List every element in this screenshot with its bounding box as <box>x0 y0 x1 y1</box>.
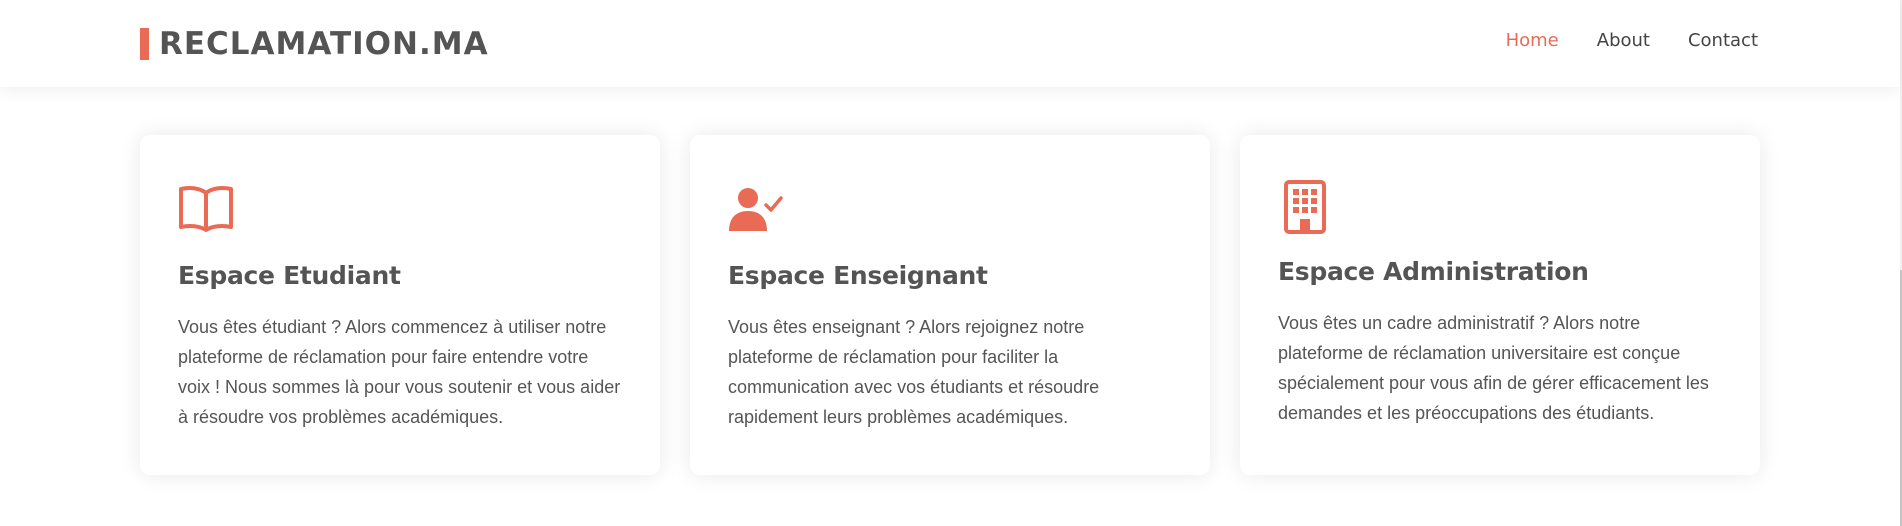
nav-home-link[interactable]: Home <box>1506 30 1559 51</box>
card-description: Vous êtes un cadre administratif ? Alors… <box>1278 313 1709 423</box>
main-nav: Home About Contact <box>1506 30 1758 51</box>
nav-contact-link[interactable]: Contact <box>1688 30 1758 51</box>
card-description: Vous êtes étudiant ? Alors commencez à u… <box>178 317 621 427</box>
card-title: Espace Administration <box>1278 257 1589 286</box>
card-title: Espace Etudiant <box>178 261 401 290</box>
logo[interactable]: RECLAMATION.MA <box>140 24 489 64</box>
building-icon <box>1278 179 1722 234</box>
card-description: Vous êtes enseignant ? Alors rejoignez n… <box>728 317 1100 427</box>
nav-about-link[interactable]: About <box>1597 30 1650 51</box>
logo-accent-bar <box>140 28 149 60</box>
logo-text: RECLAMATION.MA <box>159 26 489 62</box>
person-check-icon <box>728 183 1172 233</box>
card-administration: Espace Administration Vous êtes un cadre… <box>1240 135 1760 475</box>
spaces-section: Espace Etudiant Vous êtes étudiant ? Alo… <box>140 135 1760 475</box>
book-icon <box>178 183 622 233</box>
site-header: RECLAMATION.MA Home About Contact <box>0 0 1900 87</box>
card-enseignant: Espace Enseignant Vous êtes enseignant ?… <box>690 135 1210 475</box>
card-etudiant: Espace Etudiant Vous êtes étudiant ? Alo… <box>140 135 660 475</box>
card-title: Espace Enseignant <box>728 261 988 290</box>
